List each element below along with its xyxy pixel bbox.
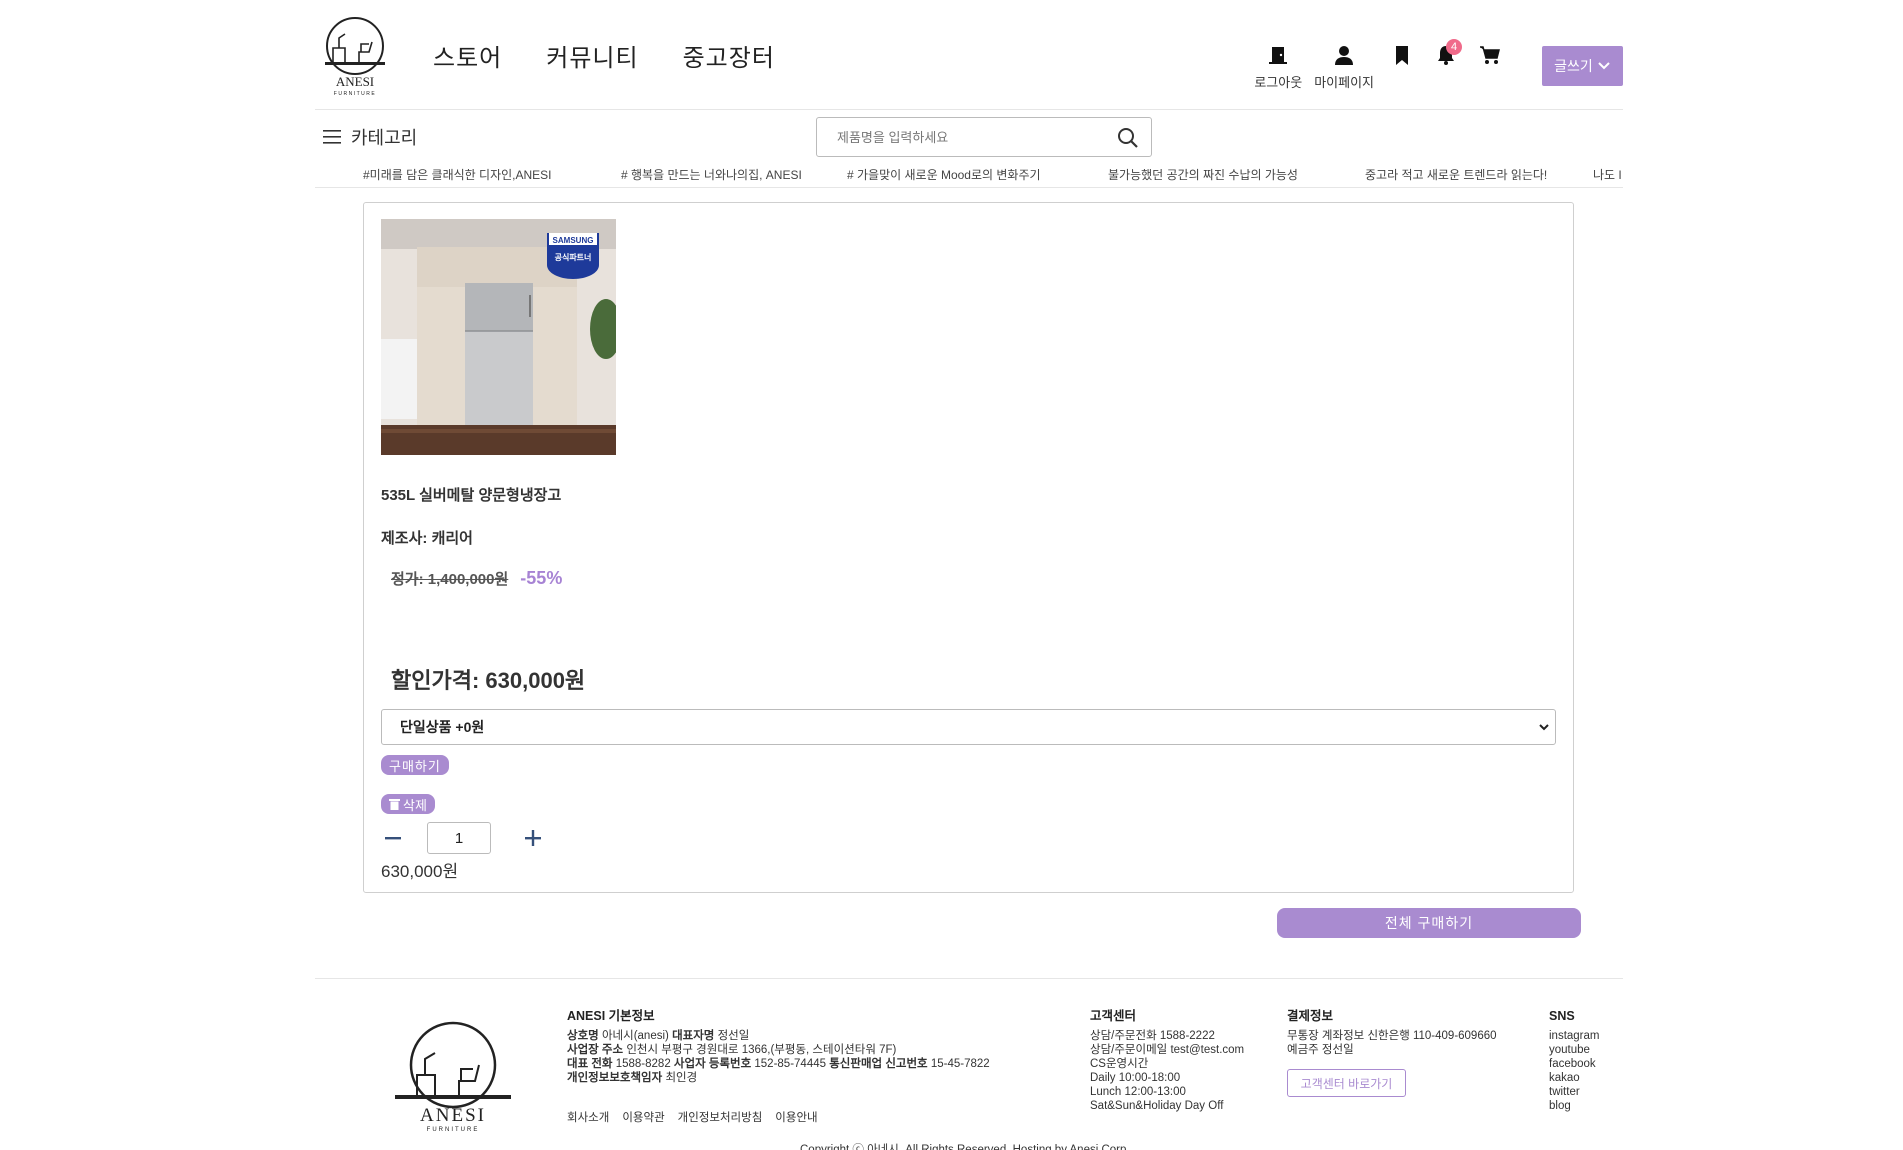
nav-used-market[interactable]: 중고장터: [683, 38, 775, 73]
cs-line: 상담/주문전화 1588-2222: [1090, 1030, 1215, 1042]
footer-payment: 결제정보 무통장 계좌정보 신한은행 110-409-609660 예금주 정선…: [1287, 1009, 1497, 1097]
sns-link[interactable]: youtube: [1549, 1043, 1600, 1057]
cs-center-button[interactable]: 고객센터 바로가기: [1287, 1069, 1406, 1097]
cs-line: 상담/주문이메일 test@test.com: [1090, 1044, 1245, 1056]
footer-cs: 고객센터 상담/주문전화 1588-2222 상담/주문이메일 test@tes…: [1090, 1009, 1244, 1113]
footer-sns: SNS instagram youtube facebook kakao twi…: [1549, 1009, 1600, 1113]
sns-link[interactable]: blog: [1549, 1099, 1600, 1113]
search-input[interactable]: [817, 118, 1097, 156]
cs-line: CS운영시간: [1090, 1058, 1149, 1070]
sns-link[interactable]: kakao: [1549, 1071, 1600, 1085]
product-name[interactable]: 535L 실버메탈 양문형냉장고: [381, 484, 561, 505]
footer-company-info: ANESI 기본정보 상호명 아네시(anesi) 대표자명 정선일 사업장 주…: [567, 1009, 990, 1084]
discount-rate: -55%: [520, 568, 563, 588]
footer-logo: ANESI FURNITURE: [395, 1015, 511, 1133]
product-maker: 제조사: 캐리어: [381, 530, 473, 547]
cart-icon: [1480, 46, 1500, 64]
plus-icon: [525, 830, 541, 846]
sns-link[interactable]: twitter: [1549, 1085, 1600, 1099]
door-icon: [1269, 47, 1288, 64]
marquee-item[interactable]: # 행복을 만드는 너와나의집, ANESI: [621, 166, 802, 183]
bookmark-link[interactable]: [1386, 44, 1418, 70]
footer-cs-title: 고객센터: [1090, 1009, 1137, 1023]
write-button[interactable]: 글쓰기: [1542, 46, 1623, 86]
category-menu[interactable]: 카테고리: [323, 124, 417, 150]
footer-sns-title: SNS: [1549, 1009, 1575, 1023]
footer: ANESI FURNITURE ANESI 기본정보 상호명 아네시(anesi…: [315, 978, 1623, 1150]
quantity-input[interactable]: [427, 822, 491, 854]
decrease-button[interactable]: [381, 826, 405, 850]
marquee-item[interactable]: 불가능했던 공간의 짜진 수납의 가능성: [1108, 166, 1298, 183]
quantity-stepper: [381, 822, 545, 854]
category-label: 카테고리: [351, 128, 418, 148]
mypage-link[interactable]: 마이페이지: [1314, 44, 1374, 91]
minus-icon: [385, 837, 401, 840]
marquee-item[interactable]: 중고라 적고 새로운 트렌드라 읽는다!: [1365, 166, 1547, 183]
trash-icon: [389, 799, 400, 810]
search-icon[interactable]: [1117, 127, 1139, 149]
original-price: 정가: 1,400,000원: [391, 571, 509, 588]
nav-community[interactable]: 커뮤니티: [546, 38, 638, 73]
price-row: 정가: 1,400,000원 -55%: [391, 568, 562, 589]
notification-badge: 4: [1446, 39, 1462, 55]
delete-button[interactable]: 삭제: [381, 794, 435, 814]
marquee-item[interactable]: #미래를 담은 클래식한 디자인,ANESI: [363, 166, 552, 183]
footer-link[interactable]: 회사소개: [567, 1109, 609, 1125]
footer-link[interactable]: 이용약관: [622, 1109, 664, 1125]
logout-label: 로그아웃: [1254, 75, 1303, 90]
promo-marquee: #미래를 담은 클래식한 디자인,ANESI # 행복을 만드는 너와나의집, …: [315, 160, 1623, 188]
sns-link[interactable]: instagram: [1549, 1029, 1600, 1043]
svg-text:공식파트너: 공식파트너: [555, 252, 592, 262]
sale-price: 할인가격: 630,000원: [391, 668, 586, 693]
product-image[interactable]: SAMSUNG 공식파트너: [381, 219, 616, 455]
hamburger-icon: [323, 130, 341, 144]
copyright: Copyright ⓒ 아네시. All Rights Reserved. Ho…: [800, 1144, 1130, 1150]
anesi-logo[interactable]: ANESI FURNITURE: [315, 14, 395, 98]
svg-text:ANESI: ANESI: [336, 74, 374, 89]
logout-link[interactable]: 로그아웃: [1254, 44, 1302, 91]
cs-line: Daily 10:00-18:00: [1090, 1072, 1181, 1084]
mypage-label: 마이페이지: [1314, 75, 1374, 90]
utility-menu: 로그아웃 마이페이지 4 글쓰기: [1254, 39, 1623, 91]
write-label: 글쓰기: [1554, 58, 1593, 74]
user-icon: [1335, 46, 1354, 65]
main-nav: 스토어 커뮤니티 중고장터: [433, 38, 775, 73]
svg-text:FURNITURE: FURNITURE: [427, 1127, 480, 1133]
cart-link[interactable]: [1474, 44, 1506, 70]
cs-line: Sat&Sun&Holiday Day Off: [1090, 1100, 1224, 1112]
notification-link[interactable]: 4: [1430, 39, 1462, 70]
bookmark-icon: [1396, 46, 1408, 65]
increase-button[interactable]: [521, 826, 545, 850]
nav-store[interactable]: 스토어: [433, 38, 502, 73]
pay-line: 예금주 정선일: [1287, 1044, 1354, 1056]
footer-links: 회사소개 이용약관 개인정보처리방침 이용안내: [567, 1109, 818, 1125]
footer-link[interactable]: 개인정보처리방침: [678, 1109, 763, 1125]
pay-line: 무통장 계좌정보 신한은행 110-409-609660: [1287, 1030, 1497, 1042]
sub-header: 카테고리: [315, 110, 1623, 160]
cs-line: Lunch 12:00-13:00: [1090, 1086, 1186, 1098]
chevron-down-icon: [1598, 62, 1610, 70]
footer-link[interactable]: 이용안내: [775, 1109, 817, 1125]
search-bar: [816, 117, 1152, 157]
svg-text:SAMSUNG: SAMSUNG: [553, 236, 594, 245]
option-select[interactable]: 단일상품 +0원: [381, 709, 1556, 745]
delete-label: 삭제: [403, 797, 427, 813]
marquee-item[interactable]: # 가을맞이 새로운 Mood로의 변화주기: [847, 166, 1041, 183]
cart-item-card: SAMSUNG 공식파트너 535L 실버메탈 양문형냉장고 제조사: 캐리어 …: [363, 202, 1574, 893]
footer-pay-title: 결제정보: [1287, 1009, 1334, 1023]
buy-all-button[interactable]: 전체 구매하기: [1277, 908, 1581, 938]
svg-text:ANESI: ANESI: [420, 1105, 486, 1126]
marquee-item[interactable]: 나도 I: [1593, 166, 1622, 183]
svg-text:FURNITURE: FURNITURE: [334, 91, 376, 97]
header: ANESI FURNITURE 스토어 커뮤니티 중고장터 로그아웃 마이페이지…: [315, 0, 1623, 110]
line-total: 630,000원: [381, 862, 459, 881]
footer-info-title: ANESI 기본정보: [567, 1009, 655, 1023]
buy-button[interactable]: 구매하기: [381, 755, 449, 775]
sns-link[interactable]: facebook: [1549, 1057, 1600, 1071]
